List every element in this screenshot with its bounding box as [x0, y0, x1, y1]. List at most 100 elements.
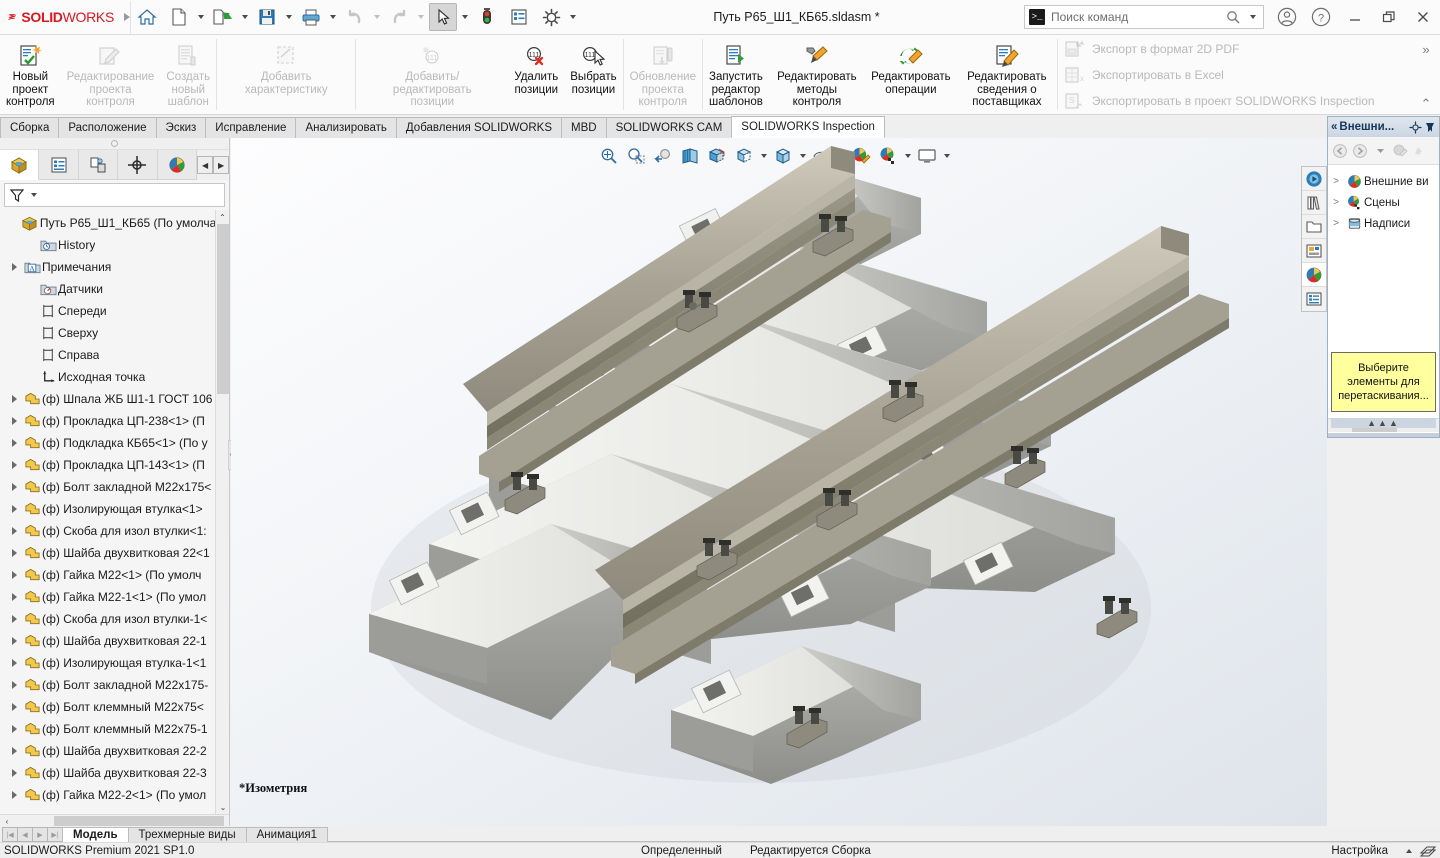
- print-button[interactable]: [297, 3, 325, 31]
- list-item[interactable]: (ф) Гайка М22-1<1> (По умол: [0, 586, 229, 608]
- tree-item-origin[interactable]: Исходная точка: [0, 366, 229, 388]
- ribbon-export-excel[interactable]: x Экспортировать в Excel: [1064, 63, 1412, 87]
- rebuild-button[interactable]: [473, 3, 501, 31]
- tree-arrow[interactable]: [6, 630, 22, 652]
- tree-arrow[interactable]: [6, 696, 22, 718]
- pin-icon[interactable]: [1424, 121, 1436, 134]
- tree-item-sensors[interactable]: Датчики: [0, 278, 229, 300]
- chevron-double-left-icon[interactable]: «: [1331, 121, 1337, 133]
- panel-splitter-handle[interactable]: [0, 138, 229, 150]
- tab-nav-first[interactable]: |◀: [2, 827, 18, 842]
- overlay-icon[interactable]: [1416, 844, 1440, 858]
- dimxpert-manager-tab[interactable]: [118, 150, 158, 180]
- tree-item-history[interactable]: History: [0, 234, 229, 256]
- list-item[interactable]: (ф) Шайба двухвитковая 22-2: [0, 740, 229, 762]
- list-item[interactable]: (ф) Болт клеммный М22х75<: [0, 696, 229, 718]
- ribbon-edit-inspection-methods[interactable]: Редактировать методы контроля: [769, 35, 865, 114]
- tree-arrow[interactable]: [6, 454, 22, 476]
- tree-arrow[interactable]: [6, 476, 22, 498]
- tab-mbd[interactable]: MBD: [561, 117, 607, 138]
- new-appearance-button[interactable]: [1411, 142, 1429, 160]
- tree-root-assembly[interactable]: Путь Р65_Ш1_КБ65 (По умолчани: [0, 212, 229, 234]
- customize-caret-icon[interactable]: [1402, 849, 1416, 853]
- tab-nav-next[interactable]: ▶: [32, 827, 48, 842]
- ribbon-new-template[interactable]: Создать новый шаблон: [160, 35, 216, 114]
- railway-track-assembly-model[interactable]: y x z: [231, 138, 1327, 828]
- list-item[interactable]: (ф) Прокладка ЦП-238<1> (П: [0, 410, 229, 432]
- tree-item-scenes[interactable]: > Сцены: [1328, 192, 1439, 213]
- tree-arrow[interactable]: [6, 652, 22, 674]
- close-button[interactable]: [1406, 0, 1440, 34]
- filter-caret[interactable]: [28, 181, 40, 209]
- list-item[interactable]: (ф) Шайба двухвитковая 22-1: [0, 630, 229, 652]
- print-caret[interactable]: [327, 3, 339, 31]
- scroll-up-icon[interactable]: ⌃: [216, 210, 229, 224]
- user-account-button[interactable]: [1270, 0, 1304, 34]
- chevron-right-icon[interactable]: >: [1328, 197, 1344, 208]
- chevron-right-icon[interactable]: >: [1328, 176, 1344, 187]
- search-caret[interactable]: [1247, 3, 1259, 31]
- settings-button[interactable]: [537, 3, 565, 31]
- ribbon-launch-template-editor[interactable]: Запустить редактор шаблонов: [703, 35, 769, 114]
- save-caret[interactable]: [283, 3, 295, 31]
- ribbon-edit-inspection-project[interactable]: Редактирование проекта контроля: [61, 35, 161, 114]
- list-item[interactable]: (ф) Изолирующая втулка<1>: [0, 498, 229, 520]
- list-item[interactable]: (ф) Болт закладной М22х175<: [0, 476, 229, 498]
- drag-hint-handle[interactable]: ▲▲▲: [1331, 418, 1436, 428]
- ribbon-export-2d-pdf[interactable]: Экспорт в формат 2D PDF: [1064, 37, 1412, 61]
- search-input[interactable]: >_ Поиск команд: [1024, 5, 1264, 29]
- ribbon-add-edit-balloons[interactable]: 111 Добавить/редактировать позиции: [356, 35, 508, 114]
- forward-arrow-button[interactable]: [1351, 142, 1369, 160]
- list-item[interactable]: (ф) Гайка М22-2<1> (По умол: [0, 784, 229, 806]
- tree-filter-input[interactable]: [4, 183, 225, 207]
- feature-tree[interactable]: ⌃ ⌄ Путь Р65_Ш1_КБ65 (По умолчани Histor…: [0, 210, 229, 814]
- tree-arrow[interactable]: [6, 608, 22, 630]
- tree-arrow[interactable]: [6, 520, 22, 542]
- tree-item-plane-front[interactable]: Спереди: [0, 300, 229, 322]
- configuration-manager-tab[interactable]: [78, 150, 119, 180]
- list-item[interactable]: (ф) Болт клеммный М22х75-1: [0, 718, 229, 740]
- ribbon-edit-operations[interactable]: Редактировать операции: [865, 35, 957, 114]
- feature-manager-tab[interactable]: [0, 150, 40, 180]
- tree-arrow[interactable]: [6, 784, 22, 806]
- tab-solidworks-cam[interactable]: SOLIDWORKS CAM: [605, 117, 733, 138]
- tree-arrow[interactable]: [4, 212, 20, 234]
- list-item[interactable]: (ф) Скоба для изол втулки<1:: [0, 520, 229, 542]
- redo-button[interactable]: [385, 3, 413, 31]
- help-button[interactable]: ?: [1304, 0, 1338, 34]
- chevron-right-icon[interactable]: >: [1328, 218, 1344, 229]
- list-item[interactable]: (ф) Шпала ЖБ Ш1-1 ГОСТ 106: [0, 388, 229, 410]
- ribbon-update-inspection-project[interactable]: Обновление проекта контроля: [624, 35, 702, 114]
- appearances-manager-tab[interactable]: [157, 150, 198, 180]
- list-item[interactable]: (ф) Шайба двухвитковая 22<1: [0, 542, 229, 564]
- list-item[interactable]: (ф) Изолирующая втулка-1<1: [0, 652, 229, 674]
- home-button[interactable]: [133, 3, 161, 31]
- tab-nav-prev[interactable]: ◀: [17, 827, 33, 842]
- ribbon-delete-balloons[interactable]: 111 Удалить позиции: [508, 35, 564, 114]
- list-item[interactable]: (ф) Подкладка КБ65<1> (По у: [0, 432, 229, 454]
- tab-solidworks-inspection[interactable]: SOLIDWORKS Inspection: [731, 116, 885, 138]
- undo-caret[interactable]: [371, 3, 383, 31]
- tree-arrow[interactable]: [6, 586, 22, 608]
- chevron-double-right-icon[interactable]: »: [1422, 43, 1429, 56]
- tab-analyze[interactable]: Анализировать: [295, 117, 397, 138]
- tree-item-annotations[interactable]: A Примечания: [0, 256, 229, 278]
- tree-item-decals[interactable]: > Надписи: [1328, 213, 1439, 234]
- save-button[interactable]: [253, 3, 281, 31]
- tab-nav-last[interactable]: ▶|: [47, 827, 63, 842]
- minimize-button[interactable]: [1338, 0, 1372, 34]
- tree-arrow[interactable]: [6, 762, 22, 784]
- tree-arrow[interactable]: [6, 674, 22, 696]
- chevron-up-icon[interactable]: ⌃: [1421, 97, 1432, 110]
- search-icon[interactable]: [1226, 10, 1241, 25]
- tab-evaluate-fix[interactable]: Исправление: [205, 117, 297, 138]
- tree-arrow[interactable]: [6, 498, 22, 520]
- ribbon-add-characteristic[interactable]: Добавить характеристику: [217, 35, 355, 114]
- tab-sketch[interactable]: Эскиз: [155, 117, 207, 138]
- scroll-down-icon[interactable]: ⌄: [216, 800, 229, 814]
- restore-button[interactable]: [1372, 0, 1406, 34]
- tree-arrow[interactable]: [6, 256, 22, 278]
- scrollbar-thumb[interactable]: [217, 224, 229, 394]
- manager-tab-next[interactable]: ▶: [213, 156, 230, 174]
- open-document-button[interactable]: [209, 3, 237, 31]
